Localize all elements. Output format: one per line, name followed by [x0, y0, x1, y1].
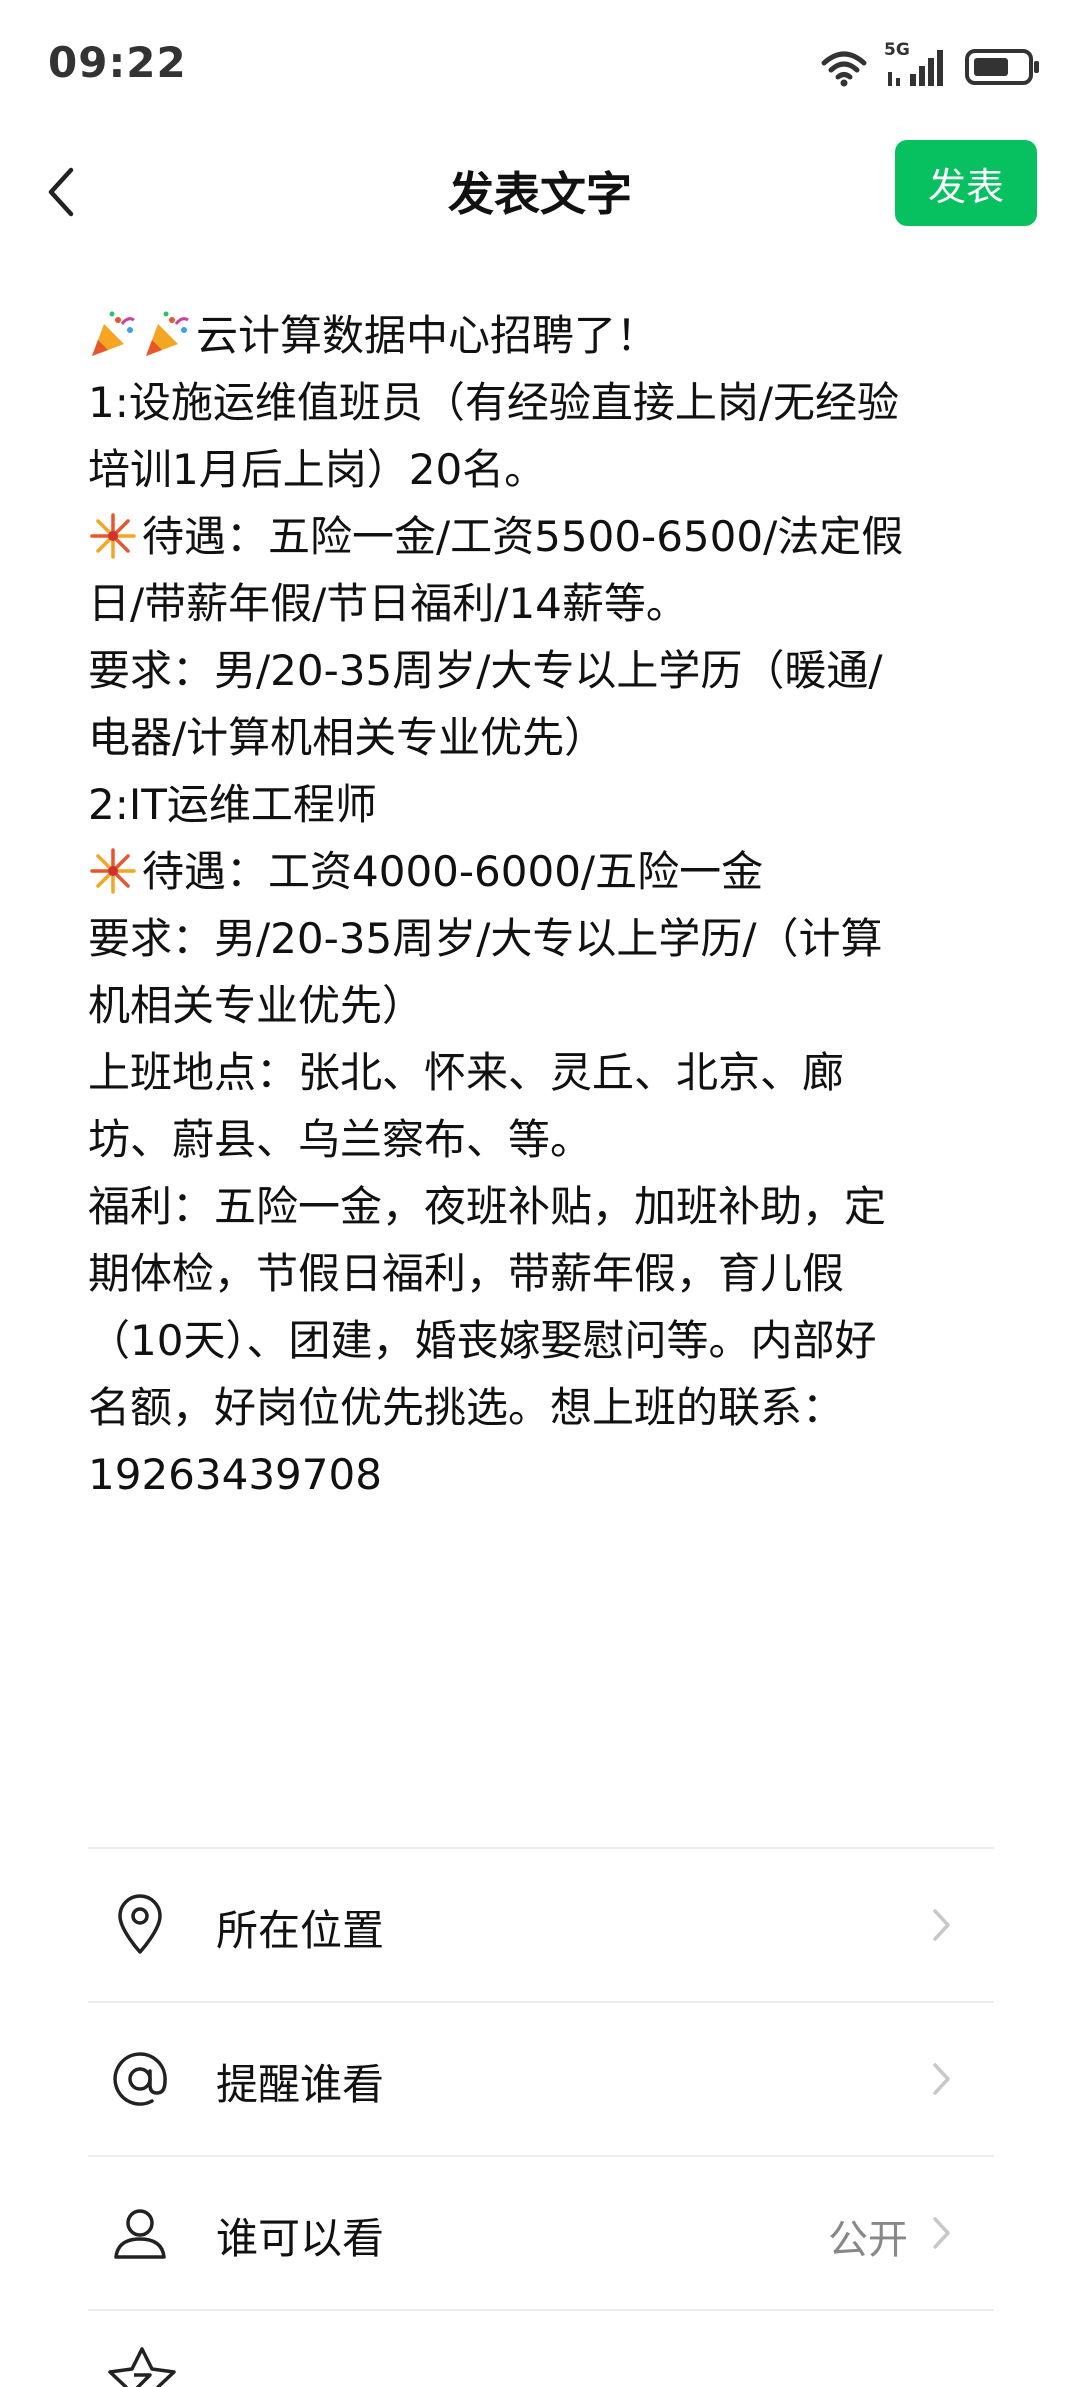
post-line: 培训1月后上岗）20名。	[88, 445, 547, 494]
post-text-area[interactable]: 云计算数据中心招聘了！ 1:设施运维值班员（有经验直接上岗/无经验 培训1月后上…	[88, 302, 988, 1508]
battery-icon	[964, 47, 1040, 87]
mention-label: 提醒谁看	[216, 2060, 385, 2109]
visibility-label: 谁可以看	[216, 2214, 385, 2263]
post-text: 云计算数据中心招聘了！	[196, 311, 659, 360]
at-sign-icon	[108, 2047, 172, 2111]
post-text: 待遇：五险一金/工资5500-6500/法定假	[142, 512, 904, 561]
chevron-right-icon	[933, 1909, 950, 1941]
signal-icon: 5G	[884, 40, 948, 90]
star-icon	[108, 2347, 176, 2387]
post-line: 2:IT运维工程师	[88, 780, 377, 829]
remind-option-partial[interactable]	[88, 2309, 994, 2387]
status-icons: 5G	[820, 40, 1040, 90]
post-line: 待遇：工资4000-6000/五险一金	[88, 838, 988, 905]
post-line: 坊、蔚县、乌兰察布、等。	[88, 1115, 593, 1164]
post-line: 福利：五险一金，夜班补贴，加班补助，定	[88, 1182, 887, 1231]
chevron-right-icon	[933, 2217, 950, 2249]
visibility-option[interactable]: 谁可以看 公开	[88, 2155, 994, 2309]
post-line: 期体检，节假日福利，带薪年假，育儿假	[88, 1249, 845, 1298]
visibility-value: 公开	[828, 2217, 908, 2263]
post-line: 待遇：五险一金/工资5500-6500/法定假	[88, 503, 988, 570]
post-line: 机相关专业优先）	[88, 981, 425, 1030]
post-line: 名额，好岗位优先挑选。想上班的联系：	[88, 1383, 845, 1432]
title-bar: 发表文字 发表	[0, 130, 1080, 250]
location-pin-icon	[108, 1893, 172, 1957]
location-label: 所在位置	[216, 1906, 385, 1955]
fireworks-icon	[90, 513, 136, 559]
post-line: 1:设施运维值班员（有经验直接上岗/无经验	[88, 378, 900, 427]
post-options-list: 所在位置 提醒谁看 谁可以看 公开	[88, 1847, 994, 2387]
post-line: 要求：男/20-35周岁/大专以上学历（暖通/	[88, 646, 883, 695]
post-line: （10天）、团建，婚丧嫁娶慰问等。内部好	[88, 1316, 877, 1365]
publish-button[interactable]: 发表	[895, 140, 1037, 226]
post-line: 云计算数据中心招聘了！	[88, 302, 988, 369]
screen: 09:22 5G 发表文字 发表 云计算数据中心招聘了！ 1:设施运维值班员（有…	[0, 0, 1080, 2387]
status-bar: 09:22 5G	[0, 0, 1080, 130]
post-line: 要求：男/20-35周岁/大专以上学历/（计算	[88, 914, 883, 963]
fireworks-icon	[90, 848, 136, 894]
post-line: 电器/计算机相关专业优先）	[88, 713, 607, 762]
party-popper-icon	[92, 311, 135, 356]
mention-option[interactable]: 提醒谁看	[88, 2001, 994, 2155]
party-popper-icon	[146, 311, 189, 356]
status-time: 09:22	[48, 38, 187, 87]
post-line: 上班地点：张北、怀来、灵丘、北京、廊	[88, 1048, 845, 1097]
post-line: 19263439708	[88, 1450, 382, 1499]
location-option[interactable]: 所在位置	[88, 1847, 994, 2001]
post-line: 日/带薪年假/节日福利/14薪等。	[88, 579, 688, 628]
chevron-right-icon	[933, 2063, 950, 2095]
wifi-icon	[820, 47, 868, 87]
user-icon	[108, 2201, 172, 2265]
post-text: 待遇：工资4000-6000/五险一金	[142, 847, 764, 896]
